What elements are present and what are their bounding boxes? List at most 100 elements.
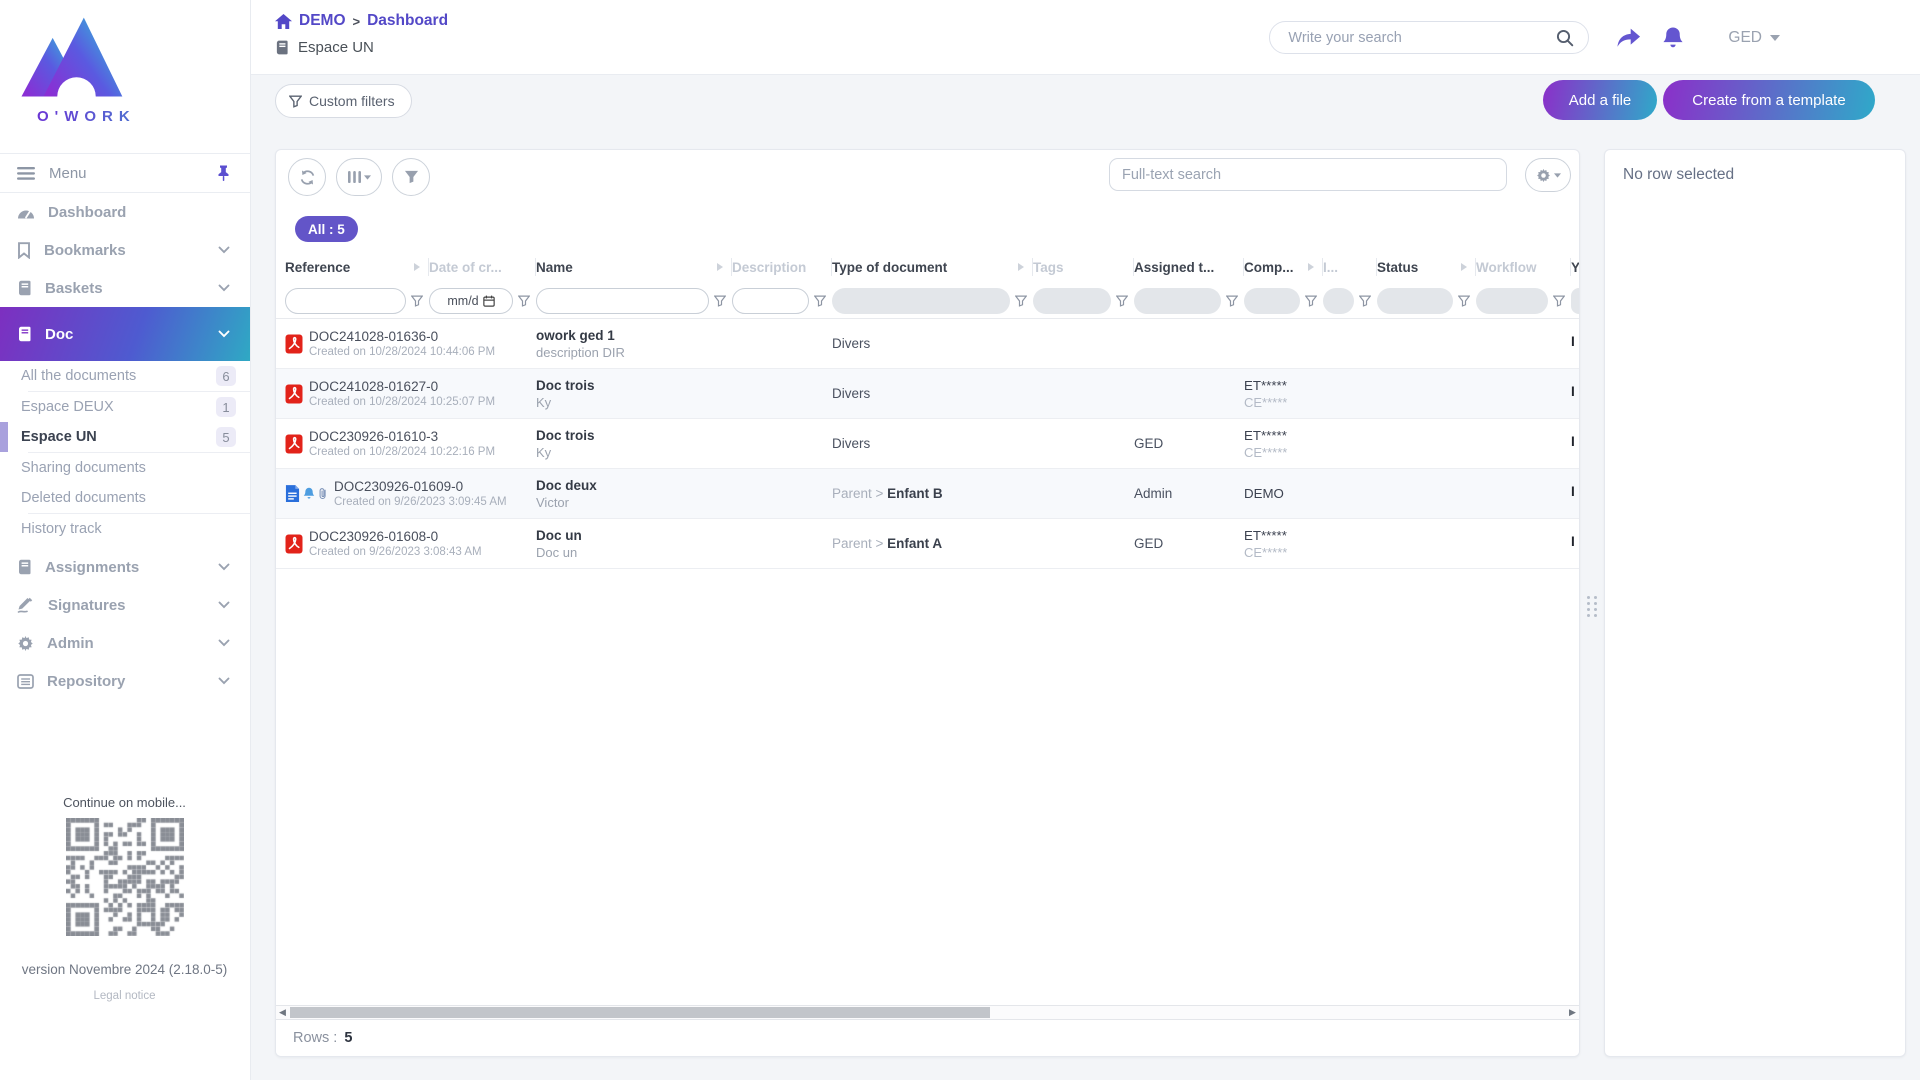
column-header-i[interactable]: I... <box>1323 258 1377 276</box>
share-icon[interactable] <box>1615 27 1642 49</box>
column-header-name[interactable]: Name <box>536 258 732 276</box>
doc-submenu: All the documents 6 Espace DEUX 1 Espace… <box>0 361 250 544</box>
sidebar-item-repository[interactable]: Repository <box>0 662 250 700</box>
chevron-down-icon <box>218 639 230 647</box>
filter-funnel-icon[interactable] <box>1458 295 1470 307</box>
sidebar-item-all-documents[interactable]: All the documents 6 <box>0 361 250 391</box>
i-filter[interactable] <box>1323 288 1354 314</box>
book-icon <box>275 40 289 55</box>
sidebar-item-sharing-documents[interactable]: Sharing documents <box>0 453 250 483</box>
column-header-assigned[interactable]: Assigned t... <box>1134 258 1244 276</box>
bell-icon[interactable] <box>1662 26 1684 50</box>
column-header-description[interactable]: Description <box>732 258 832 276</box>
column-header-type[interactable]: Type of document <box>832 258 1033 276</box>
rows-count: 5 <box>344 1030 352 1046</box>
count-badge: 1 <box>216 397 236 417</box>
refresh-button[interactable] <box>288 158 326 196</box>
sidebar-item-signatures[interactable]: Signatures <box>0 586 250 624</box>
sidebar-item-deleted-documents[interactable]: Deleted documents <box>0 483 250 513</box>
calendar-icon[interactable] <box>483 295 495 307</box>
filter-funnel-icon[interactable] <box>1553 295 1565 307</box>
sidebar-item-label: Admin <box>47 635 94 652</box>
sidebar-item-baskets[interactable]: Baskets <box>0 269 250 307</box>
scroll-right-icon[interactable]: ▶ <box>1566 1007 1579 1018</box>
pdf-icon <box>285 434 303 454</box>
company-filter[interactable] <box>1244 288 1300 314</box>
columns-button[interactable] <box>336 158 382 196</box>
sidebar-item-doc[interactable]: Doc <box>0 307 250 361</box>
global-search[interactable] <box>1269 21 1589 54</box>
panel-resize-handle[interactable] <box>1585 591 1599 621</box>
table-row[interactable]: DOC230926-01610-3Created on 10/28/2024 1… <box>276 419 1579 469</box>
funnel-icon <box>289 95 302 108</box>
profile-menu[interactable]: GED <box>1728 29 1780 47</box>
horizontal-scrollbar[interactable]: ◀ ▶ <box>276 1005 1579 1020</box>
column-header-reference[interactable]: Reference <box>285 258 429 276</box>
pin-icon[interactable] <box>217 165 230 181</box>
reference-filter-input[interactable] <box>285 288 406 314</box>
filter-funnel-icon[interactable] <box>814 295 826 307</box>
home-icon[interactable] <box>275 14 292 29</box>
qr-code <box>66 818 184 936</box>
filter-funnel-icon[interactable] <box>714 295 726 307</box>
y-filter[interactable] <box>1571 288 1580 314</box>
workflow-filter[interactable] <box>1476 288 1548 314</box>
create-from-template-button[interactable]: Create from a template <box>1663 80 1875 120</box>
sidebar-item-admin[interactable]: Admin <box>0 624 250 662</box>
date-filter-input[interactable]: mm/d <box>429 288 513 314</box>
word-doc-icon <box>285 484 300 503</box>
assigned-filter[interactable] <box>1134 288 1221 314</box>
scroll-left-icon[interactable]: ◀ <box>276 1007 289 1018</box>
filter-funnel-icon[interactable] <box>1116 295 1128 307</box>
column-header-workflow[interactable]: Workflow <box>1476 258 1571 276</box>
column-header-y[interactable]: Y <box>1571 258 1580 276</box>
search-icon[interactable] <box>1556 29 1574 47</box>
filter-button[interactable] <box>392 158 430 196</box>
filter-funnel-icon[interactable] <box>1359 295 1371 307</box>
filter-funnel-icon[interactable] <box>518 295 530 307</box>
table-settings-button[interactable] <box>1525 158 1571 192</box>
fulltext-search-input[interactable] <box>1109 158 1507 191</box>
sidebar-item-dashboard[interactable]: Dashboard <box>0 193 250 231</box>
pdf-icon <box>285 334 303 354</box>
custom-filters-button[interactable]: Custom filters <box>275 84 412 118</box>
caret-down-icon <box>1770 35 1780 41</box>
filter-funnel-icon[interactable] <box>1015 295 1027 307</box>
sidebar-item-bookmarks[interactable]: Bookmarks <box>0 231 250 269</box>
alert-bell-icon <box>303 487 315 500</box>
legal-notice-link[interactable]: Legal notice <box>0 990 249 1002</box>
filter-funnel-icon[interactable] <box>411 295 423 307</box>
sidebar-item-history-track[interactable]: History track <box>0 514 250 544</box>
filter-funnel-icon[interactable] <box>1226 295 1238 307</box>
breadcrumb-page[interactable]: Dashboard <box>367 12 448 30</box>
all-count-badge[interactable]: All : 5 <box>295 216 358 242</box>
description-filter-input[interactable] <box>732 288 809 314</box>
table-row[interactable]: DOC230926-01609-0Created on 9/26/2023 3:… <box>276 469 1579 519</box>
table-row[interactable]: DOC241028-01627-0Created on 10/28/2024 1… <box>276 369 1579 419</box>
global-search-input[interactable] <box>1288 30 1556 46</box>
sidebar-item-espace-deux[interactable]: Espace DEUX 1 <box>0 392 250 422</box>
sidebar-item-espace-un[interactable]: Espace UN 5 <box>0 422 250 452</box>
table-row[interactable]: DOC230926-01608-0Created on 9/26/2023 3:… <box>276 519 1579 569</box>
table-filter-row: mm/d <box>276 283 1579 319</box>
type-filter[interactable] <box>832 288 1010 314</box>
menu-toggle[interactable]: Menu <box>0 153 250 193</box>
sidebar-item-assignments[interactable]: Assignments <box>0 548 250 586</box>
tags-filter[interactable] <box>1033 288 1111 314</box>
filter-funnel-icon[interactable] <box>1305 295 1317 307</box>
status-filter[interactable] <box>1377 288 1453 314</box>
breadcrumb-root[interactable]: DEMO <box>299 12 346 30</box>
column-header-date[interactable]: Date of cr... <box>429 258 536 276</box>
sort-arrow-icon <box>413 262 421 272</box>
sidebar-item-label: Doc <box>45 326 73 343</box>
column-header-company[interactable]: Comp... <box>1244 258 1323 276</box>
gear-icon <box>17 635 34 652</box>
add-file-button[interactable]: Add a file <box>1543 80 1657 120</box>
sort-arrow-icon <box>1307 262 1315 272</box>
table-row[interactable]: DOC241028-01636-0Created on 10/28/2024 1… <box>276 319 1579 369</box>
column-header-tags[interactable]: Tags <box>1033 258 1134 276</box>
sub-item-label: Deleted documents <box>21 490 146 506</box>
column-header-status[interactable]: Status <box>1377 258 1476 276</box>
name-filter-input[interactable] <box>536 288 709 314</box>
scrollbar-thumb[interactable] <box>290 1007 990 1018</box>
